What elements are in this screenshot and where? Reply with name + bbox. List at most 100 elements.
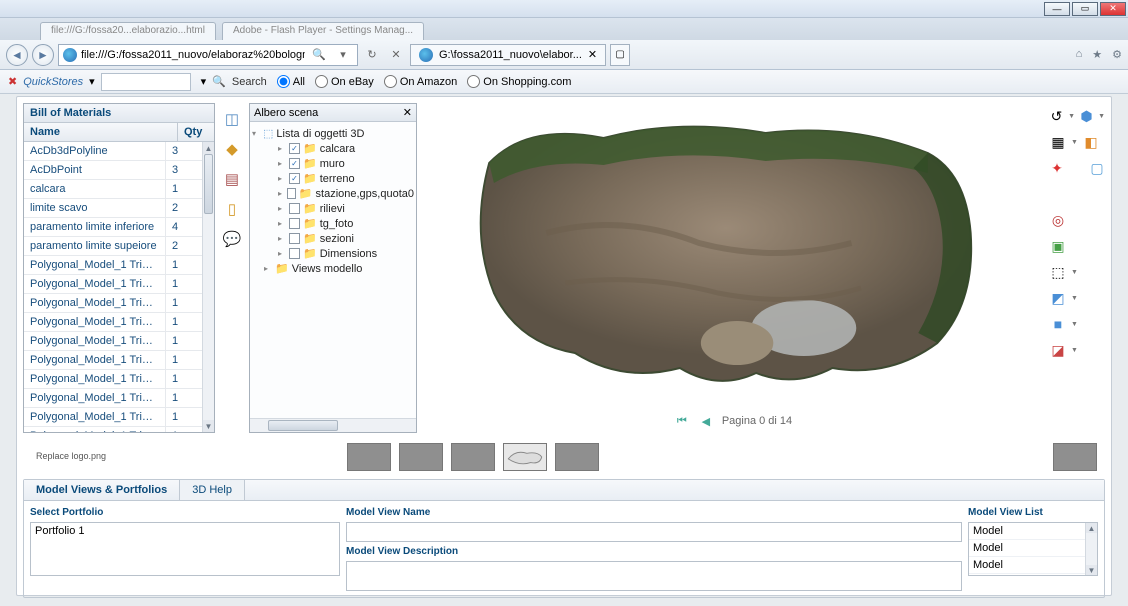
radio-ebay[interactable]: On eBay [315, 75, 374, 88]
dropdown-icon[interactable]: ▾ [333, 45, 353, 65]
list-item[interactable]: Model [969, 523, 1097, 540]
refresh-button[interactable]: ↻ [362, 45, 382, 65]
list-item[interactable]: Model [969, 557, 1097, 574]
page-prev-icon[interactable]: ◀ [698, 413, 714, 429]
table-row[interactable]: Polygonal_Model_1 Triangles_11 [24, 256, 202, 275]
select-box-icon[interactable]: ⬚ [1049, 263, 1067, 281]
window-tab[interactable]: file:///G:/fossa20...elaborazio...html [40, 22, 216, 40]
address-bar[interactable]: 🔍 ▾ [58, 44, 358, 66]
quickstores-dropdown[interactable] [101, 73, 191, 91]
table-row[interactable]: Polygonal_Model_1 Triangles_161 [24, 389, 202, 408]
layers-icon[interactable]: ◆ [222, 139, 242, 159]
scroll-thumb[interactable] [204, 154, 213, 214]
radio-all[interactable]: All [277, 75, 305, 88]
table-row[interactable]: Polygonal_Model_1 Triangles_151 [24, 370, 202, 389]
mv-name-input[interactable] [346, 522, 962, 542]
3d-viewport[interactable]: ⏮ ◀ Pagina 0 di 14 [421, 103, 1045, 433]
chevron-down-icon[interactable]: ▾ [89, 75, 95, 88]
table-row[interactable]: Polygonal_Model_1 Triangles_21 [24, 408, 202, 427]
tree-item[interactable]: ▸📁Dimensions [252, 246, 414, 261]
box-orange-icon[interactable]: ◧ [1082, 133, 1100, 151]
tree-item[interactable]: ▸📁sezioni [252, 231, 414, 246]
bom-col-qty[interactable]: Qty [178, 123, 214, 141]
window-minimize-button[interactable]: — [1044, 2, 1070, 16]
table-row[interactable]: Polygonal_Model_1 Triangles_141 [24, 351, 202, 370]
search-dropdown-icon[interactable]: 🔍 [309, 45, 329, 65]
favorites-icon[interactable]: ★ [1092, 48, 1102, 61]
tab-model-views[interactable]: Model Views & Portfolios [24, 480, 180, 500]
tab-close-icon[interactable]: ✕ [588, 48, 597, 61]
tab-3d-help[interactable]: 3D Help [180, 480, 245, 500]
list-item[interactable]: Model [969, 540, 1097, 557]
table-row[interactable]: calcara1 [24, 180, 202, 199]
table-row[interactable]: limite scavo2 [24, 199, 202, 218]
forward-button[interactable]: ► [32, 44, 54, 66]
folder-icon[interactable]: ▯ [222, 199, 242, 219]
table-row[interactable]: Polygonal_Model_1 Triangles_121 [24, 313, 202, 332]
tree-item[interactable]: ▸✓📁calcara [252, 141, 414, 156]
mv-list[interactable]: Model Model Model ▲▼ [968, 522, 1098, 576]
table-row[interactable]: Polygonal_Model_1 Triangles_111 [24, 294, 202, 313]
cube-icon[interactable]: ⬢ [1079, 107, 1094, 125]
book-icon[interactable]: ▤ [222, 169, 242, 189]
panel-icon[interactable]: ▢ [1089, 159, 1105, 177]
thumbnail[interactable] [347, 443, 391, 471]
thumbnail[interactable] [555, 443, 599, 471]
table-row[interactable]: paramento limite inferiore4 [24, 218, 202, 237]
table-row[interactable]: AcDbPoint3 [24, 161, 202, 180]
back-button[interactable]: ◄ [6, 44, 28, 66]
tree-item[interactable]: ▸📁rilievi [252, 201, 414, 216]
cube-red-icon[interactable]: ◪ [1049, 341, 1067, 359]
rotate-icon[interactable]: ↺ [1049, 107, 1064, 125]
table-row[interactable]: paramento limite supeiore2 [24, 237, 202, 256]
thumbnail[interactable] [399, 443, 443, 471]
table-row[interactable]: Polygonal_Model_1 Triangles_31 [24, 427, 202, 432]
axes-icon[interactable]: ✦ [1049, 159, 1065, 177]
page-first-icon[interactable]: ⏮ [674, 413, 690, 429]
table-row[interactable]: Polygonal_Model_1 Triangles_131 [24, 332, 202, 351]
browser-tab-label: G:\fossa2011_nuovo\elabor... [439, 49, 582, 61]
radio-amazon[interactable]: On Amazon [384, 75, 457, 88]
mv-list-scrollbar[interactable]: ▲▼ [1085, 523, 1097, 575]
bom-scrollbar[interactable]: ▲ ▼ [202, 142, 214, 432]
cube-outline-icon[interactable]: ◫ [222, 109, 242, 129]
grid-icon[interactable]: ▦ [1049, 133, 1067, 151]
thumbnail[interactable] [451, 443, 495, 471]
comment-icon[interactable]: 💬 [222, 229, 242, 249]
scene-tree-panel: Albero scena ✕ ▾⬚ Lista di oggetti 3D ▸✓… [249, 103, 417, 433]
home-icon[interactable]: ⌂ [1076, 48, 1083, 61]
tree-h-scrollbar[interactable] [250, 418, 416, 432]
scroll-thumb[interactable] [268, 420, 338, 431]
tree-item[interactable]: ▸📁tg_foto [252, 216, 414, 231]
table-row[interactable]: Polygonal_Model_1 Triangles_101 [24, 275, 202, 294]
tree-root[interactable]: ▾⬚ Lista di oggetti 3D [252, 126, 414, 141]
tools-gear-icon[interactable]: ⚙ [1112, 48, 1122, 61]
address-input[interactable] [81, 49, 305, 61]
scroll-up-icon[interactable]: ▲ [203, 142, 214, 154]
tree-views[interactable]: ▸📁 Views modello [252, 261, 414, 276]
window-tab[interactable]: Adobe - Flash Player - Settings Manag... [222, 22, 424, 40]
scroll-down-icon[interactable]: ▼ [203, 420, 214, 432]
search-icon[interactable]: 🔍 [212, 75, 226, 88]
thumbnail-selected[interactable] [503, 443, 547, 471]
window-maximize-button[interactable]: ▭ [1072, 2, 1098, 16]
cube-wire-icon[interactable]: ◩ [1049, 289, 1067, 307]
target-icon[interactable]: ◎ [1049, 211, 1067, 229]
panel-close-icon[interactable]: ✕ [403, 106, 412, 119]
window-close-button[interactable]: ✕ [1100, 2, 1126, 16]
mv-desc-input[interactable] [346, 561, 962, 591]
tree-item[interactable]: ▸✓📁terreno [252, 171, 414, 186]
browser-tab[interactable]: G:\fossa2011_nuovo\elabor... ✕ [410, 44, 606, 66]
cube-solid-icon[interactable]: ■ [1049, 315, 1067, 333]
tree-item[interactable]: ▸✓📁muro [252, 156, 414, 171]
portfolio-select[interactable]: Portfolio 1 [30, 522, 340, 576]
thumbnail[interactable] [1053, 443, 1097, 471]
bom-col-name[interactable]: Name [24, 123, 178, 141]
radio-shopping[interactable]: On Shopping.com [467, 75, 571, 88]
table-row[interactable]: AcDb3dPolyline3 [24, 142, 202, 161]
tree-item[interactable]: ▸📁stazione,gps,quota0 [252, 186, 414, 201]
close-toolbar-icon[interactable]: ✖ [8, 75, 17, 88]
photo-icon[interactable]: ▣ [1049, 237, 1067, 255]
stop-button[interactable]: ✕ [386, 45, 406, 65]
new-tab-button[interactable]: ▢ [610, 44, 630, 66]
